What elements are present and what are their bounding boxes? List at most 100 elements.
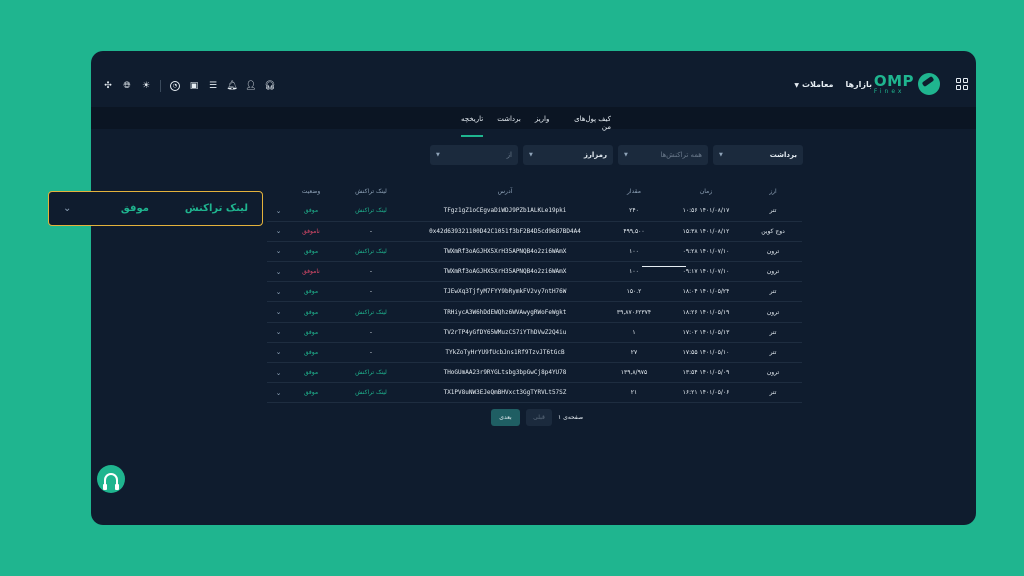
cell-link[interactable]: لینک تراکنش — [332, 382, 410, 404]
table-body: تتر ۱۴۰۱/۰۸/۱۷ ۱۰:۵۶ ۲۴۰ TFgz1gZ1oCEgvaDiWD… — [267, 201, 802, 404]
chevron-down-icon[interactable]: ⌄ — [267, 261, 290, 283]
chevron-down-icon[interactable]: ⌄ — [267, 281, 290, 303]
cell-address: TJEwXq3TjfyM7FYY9bRymkFV2vy7ntH76W — [410, 281, 600, 303]
transactions-select[interactable]: همه تراکنش‌ها ▼ — [618, 145, 708, 165]
currency-select-value: رمزارز — [583, 151, 607, 159]
cell-status: موفق — [290, 342, 332, 364]
speed-icon[interactable]: ◔ — [170, 81, 180, 91]
pagination: بعدی قبلی صفحه‌ی ۱ — [491, 409, 583, 426]
page-label: صفحه‌ی ۱ — [558, 414, 584, 421]
chevron-down-icon: ▼ — [794, 82, 799, 89]
header-time: زمان — [699, 187, 713, 195]
toolbar: ✣ 🌐︎ ☀ ◔ ▣ ☰ 🔔︎ 👤︎ 🎧︎ — [103, 80, 276, 92]
top-bar: OMP Finex بازارها معاملات▼ ✣ 🌐︎ ☀ ◔ ▣ ☰ … — [91, 51, 976, 107]
user-icon[interactable]: 👤︎ — [245, 81, 256, 91]
cell-status: موفق — [290, 362, 332, 384]
chevron-down-icon[interactable]: ⌄ — [267, 241, 290, 263]
from-select[interactable]: از ▼ — [430, 145, 518, 165]
zoomed-row-callout: لینک تراکنش موفق ⌄ — [48, 191, 263, 226]
nav-trades-label: معاملات — [801, 80, 834, 89]
tab-my-wallets[interactable]: کیف پول‌های من — [563, 115, 611, 137]
logo-name: OMP — [873, 71, 914, 90]
cell-status: موفق — [290, 201, 332, 222]
divider — [160, 80, 161, 92]
table-row[interactable]: تتر ۱۴۰۱/۰۸/۱۷ ۱۰:۵۶ ۲۴۰ TFgz1gZ1oCEgvaDiWD… — [267, 201, 802, 222]
table-row[interactable]: تتر ۱۴۰۱/۰۵/۰۶ ۱۶:۲۱ ۲۱ TX1PV8uNW3EJeQmBHVx… — [267, 382, 802, 404]
bell-icon[interactable]: 🔔︎ — [226, 81, 237, 91]
sun-icon[interactable]: ☀ — [141, 81, 151, 91]
logo-mark-icon — [918, 73, 940, 95]
chevron-down-icon: ▼ — [529, 152, 533, 158]
cell-amount: ۱۰۰ — [600, 241, 668, 263]
chevron-down-icon: ▼ — [624, 152, 628, 158]
tab-deposit[interactable]: واریز — [535, 115, 550, 137]
nav-trades[interactable]: معاملات▼ — [794, 80, 833, 89]
nav-markets[interactable]: بازارها — [845, 80, 872, 89]
chevron-down-icon[interactable]: ⌄ — [267, 362, 290, 384]
cell-address: THoGUmAA23r9RYGLtsbg3bpGwCj8p4YU78 — [410, 362, 600, 384]
cell-time: ۱۴۰۱/۰۵/۱۰ ۱۷:۵۵ — [668, 342, 744, 364]
document-icon[interactable]: ☰ — [208, 81, 218, 91]
cell-currency: ترون — [744, 261, 802, 283]
cell-amount: ۱ — [600, 322, 668, 343]
globe-icon[interactable]: 🌐︎ — [122, 81, 132, 91]
table-row[interactable]: ترون ۱۴۰۱/۰۷/۱۰ ۰۹:۲۸ ۱۰۰ TWXmRf3oAGJHX5XrH… — [267, 241, 802, 263]
cell-time: ۱۴۰۱/۰۷/۱۰ ۰۹:۱۷ — [668, 261, 744, 283]
table-row[interactable]: تتر ۱۴۰۱/۰۵/۲۴ ۱۸:۰۴ ۱۵۰.۲ TJEwXq3TjfyM7FYY… — [267, 281, 802, 303]
tab-withdraw[interactable]: برداشت — [497, 115, 521, 137]
table-row[interactable]: تتر ۱۴۰۱/۰۵/۱۰ ۱۷:۵۵ ۲۷ TYkZoTyHrYU9fUcbJns… — [267, 342, 802, 364]
table-row[interactable]: ترون ۱۴۰۱/۰۷/۱۰ ۰۹:۱۷ ۱۰۰ TWXmRf3oAGJHX5XrH… — [267, 261, 802, 283]
cell-currency: دوج کوین — [744, 221, 802, 242]
chevron-down-icon[interactable]: ⌄ — [267, 342, 290, 364]
cell-time: ۱۴۰۱/۰۷/۱۰ ۰۹:۲۸ — [668, 241, 744, 263]
cell-link[interactable]: لینک تراکنش — [332, 201, 410, 222]
cell-link[interactable]: لینک تراکنش — [332, 362, 410, 384]
header-address: آدرس — [497, 187, 513, 195]
header-currency: ارز — [769, 187, 777, 195]
prev-page-button[interactable]: قبلی — [526, 409, 552, 426]
cell-status: ناموفق — [290, 221, 332, 242]
table-row[interactable]: ترون ۱۴۰۱/۰۵/۰۹ ۱۳:۵۴ ۱۳۹,۸/۹۷۵ THoGUmAA23r… — [267, 362, 802, 384]
chevron-down-icon[interactable]: ⌄ — [267, 301, 290, 323]
type-select-value: برداشت — [769, 151, 797, 159]
cell-address: TV2rTP4yGfDY65WMuzCS7iYThDVwZ2Q4iu — [410, 322, 600, 343]
cursor-underline — [642, 266, 686, 267]
cell-status: موفق — [290, 301, 332, 323]
chevron-down-icon[interactable]: ⌄ — [267, 382, 290, 404]
cell-address: TRHiycA3W6hDdEWQhz6WVAwygRWoFeWgkt — [410, 301, 600, 323]
cell-link[interactable]: لینک تراکنش — [332, 241, 410, 263]
currency-select[interactable]: رمزارز ▼ — [523, 145, 613, 165]
chevron-down-icon[interactable]: ⌄ — [267, 201, 290, 222]
table-row[interactable]: دوج کوین ۱۴۰۱/۰۸/۱۲ ۱۵:۳۸ ۴۹۹,۵۰۰ 0x42d6393… — [267, 221, 802, 242]
header-amount: مقدار — [627, 187, 641, 195]
chevron-down-icon[interactable]: ⌄ — [63, 203, 71, 214]
support-button[interactable] — [97, 465, 125, 493]
cell-address: TYkZoTyHrYU9fUcbJns1Rf9TzvJT6tGcB — [410, 342, 600, 364]
header-status: وضعیت — [301, 187, 321, 195]
next-page-button[interactable]: بعدی — [491, 409, 520, 426]
cell-address: TWXmRf3oAGJHX5XrH35APNQB4o2zi6WAmX — [410, 261, 600, 283]
callout-link[interactable]: لینک تراکنش — [185, 203, 248, 214]
cell-time: ۱۴۰۱/۰۵/۱۳ ۱۷:۰۲ — [668, 322, 744, 343]
app-window: OMP Finex بازارها معاملات▼ ✣ 🌐︎ ☀ ◔ ▣ ☰ … — [91, 51, 976, 525]
chevron-down-icon: ▼ — [719, 152, 723, 158]
apps-grid-icon[interactable] — [956, 78, 968, 90]
table-row[interactable]: ترون ۱۴۰۱/۰۵/۱۹ ۱۸:۲۶ ۳۹,۸۷۰۶۲۳۷۴ TRHiycA3W… — [267, 301, 802, 323]
tab-history[interactable]: تاریخچه — [461, 115, 484, 137]
cell-currency: ترون — [744, 241, 802, 263]
chevron-down-icon[interactable]: ⌄ — [267, 322, 290, 343]
type-select[interactable]: برداشت ▼ — [713, 145, 803, 165]
cell-link: - — [332, 342, 410, 364]
table-row[interactable]: تتر ۱۴۰۱/۰۵/۱۳ ۱۷:۰۲ ۱ TV2rTP4yGfDY65WMuzCS… — [267, 322, 802, 343]
cell-currency: ترون — [744, 301, 802, 323]
cell-time: ۱۴۰۱/۰۸/۱۲ ۱۵:۳۸ — [668, 221, 744, 242]
cell-time: ۱۴۰۱/۰۵/۱۹ ۱۸:۲۶ — [668, 301, 744, 323]
chevron-down-icon[interactable]: ⌄ — [267, 221, 290, 242]
dropbox-icon[interactable]: ✣ — [103, 81, 113, 91]
callout-status: موفق — [120, 203, 149, 214]
cell-link[interactable]: لینک تراکنش — [332, 301, 410, 323]
cell-currency: تتر — [744, 342, 802, 364]
headset-icon[interactable]: 🎧︎ — [264, 81, 275, 91]
cell-currency: تتر — [744, 281, 802, 303]
wallet-icon[interactable]: ▣ — [189, 81, 199, 91]
